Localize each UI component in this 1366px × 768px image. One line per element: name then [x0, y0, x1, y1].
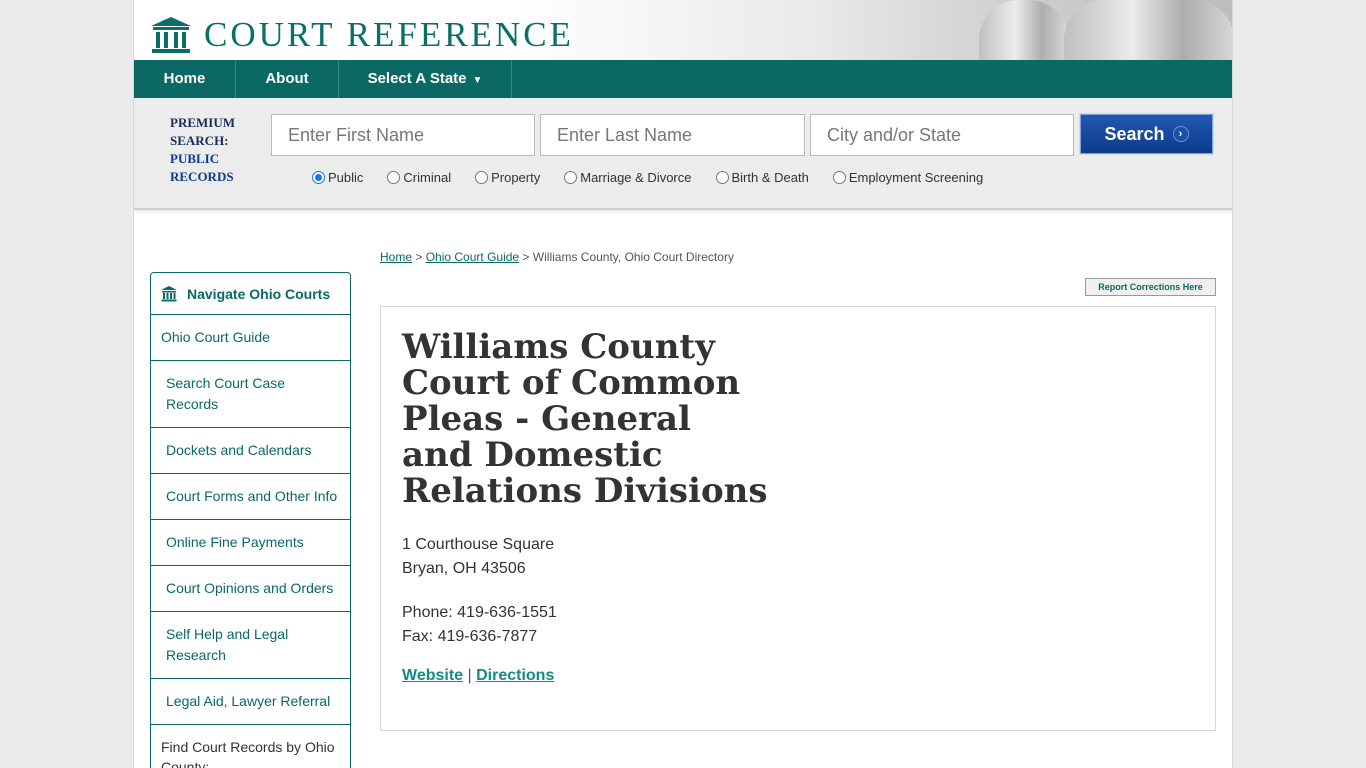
address-line-2: Bryan, OH 43506 [402, 560, 526, 577]
sidebar-item-ohio-court-guide[interactable]: Ohio Court Guide [151, 315, 350, 361]
radio-marriage-divorce[interactable]: Marriage & Divorce [564, 170, 692, 185]
first-name-input[interactable] [271, 114, 535, 156]
nav-home[interactable]: Home [134, 60, 236, 98]
premium-label: PREMIUM SEARCH: [170, 115, 235, 148]
directions-link[interactable]: Directions [476, 667, 554, 684]
radio-public[interactable]: Public [312, 170, 363, 185]
radio-employment-screening[interactable]: Employment Screening [832, 170, 984, 185]
decorative-column [979, 0, 1069, 60]
sidebar-item-court-forms[interactable]: Court Forms and Other Info [151, 474, 350, 520]
radio-birth-death[interactable]: Birth & Death [715, 170, 809, 185]
premium-search-bar: PREMIUM SEARCH: PUBLIC RECORDS Search › … [134, 98, 1232, 210]
radio-button[interactable] [387, 171, 401, 184]
search-button-label: Search [1104, 123, 1165, 144]
breadcrumb-separator: > [412, 250, 426, 264]
radio-button[interactable] [475, 171, 489, 184]
decorative-column [1064, 0, 1232, 60]
sidebar-item-self-help[interactable]: Self Help and Legal Research [151, 612, 350, 679]
record-type-radios: Public Criminal Property Marriage & Divo… [312, 170, 1007, 185]
link-separator: | [463, 667, 477, 684]
breadcrumb-separator: > [519, 250, 533, 264]
search-button[interactable]: Search › [1079, 113, 1214, 155]
breadcrumb-home-link[interactable]: Home [380, 250, 412, 264]
court-detail-card: Williams County Court of Common Pleas - … [380, 306, 1216, 731]
court-links: Website | Directions [402, 667, 554, 685]
nav-about[interactable]: About [236, 60, 339, 98]
court-fax: Fax: 419-636-7877 [402, 628, 538, 645]
sidebar-item-search-case-records[interactable]: Search Court Case Records [151, 361, 350, 428]
radio-button[interactable] [715, 171, 729, 184]
nav-home-label: Home [163, 70, 206, 87]
report-corrections-button[interactable]: Report Corrections Here [1085, 278, 1216, 296]
radio-label: Birth & Death [731, 170, 809, 185]
site-logo[interactable]: COURT REFERENCE [150, 16, 574, 54]
sidebar-item-legal-aid[interactable]: Legal Aid, Lawyer Referral [151, 679, 350, 725]
sidebar-item-dockets-calendars[interactable]: Dockets and Calendars [151, 428, 350, 474]
main-nav: Home About Select A State ▼ [134, 60, 1232, 98]
radio-label: Employment Screening [848, 170, 984, 185]
sidebar-item-court-opinions[interactable]: Court Opinions and Orders [151, 566, 350, 612]
premium-sub-label: PUBLIC RECORDS [170, 151, 234, 184]
radio-property[interactable]: Property [475, 170, 540, 185]
address-line-1: 1 Courthouse Square [402, 536, 555, 553]
court-title: Williams County Court of Common Pleas - … [402, 327, 768, 511]
radio-criminal[interactable]: Criminal [387, 170, 451, 185]
radio-label: Property [491, 170, 541, 185]
nav-select-state-label: Select A State [367, 70, 467, 87]
radio-button[interactable] [564, 171, 578, 184]
site-header: COURT REFERENCE [134, 0, 1232, 60]
nav-select-state[interactable]: Select A State ▼ [339, 60, 512, 98]
sidebar-heading: Navigate Ohio Courts [151, 273, 350, 315]
court-contact: Phone: 419-636-1551 Fax: 419-636-7877 [402, 601, 557, 649]
radio-label: Criminal [403, 170, 452, 185]
courthouse-icon [161, 285, 177, 301]
sidebar-heading-label: Navigate Ohio Courts [187, 285, 331, 302]
last-name-input[interactable] [540, 114, 805, 156]
radio-button[interactable] [312, 171, 325, 184]
sidebar-find-by-county: Find Court Records by Ohio County: [161, 739, 335, 768]
website-link[interactable]: Website [402, 667, 463, 684]
sidebar-navigate-courts: Navigate Ohio Courts Ohio Court Guide Se… [150, 272, 351, 768]
radio-button[interactable] [832, 171, 846, 184]
breadcrumb-guide-link[interactable]: Ohio Court Guide [426, 250, 519, 264]
city-state-input[interactable] [810, 114, 1074, 156]
arrow-right-icon: › [1172, 126, 1189, 142]
radio-label: Public [328, 170, 364, 185]
premium-search-label: PREMIUM SEARCH: PUBLIC RECORDS [170, 114, 260, 186]
page-container: COURT REFERENCE Home About Select A Stat… [133, 0, 1233, 768]
nav-about-label: About [265, 70, 309, 87]
breadcrumb: Home > Ohio Court Guide > Williams Count… [380, 250, 734, 264]
courthouse-icon [151, 17, 191, 53]
caret-down-icon: ▼ [472, 75, 483, 86]
sidebar-item-online-fine-payments[interactable]: Online Fine Payments [151, 520, 350, 566]
radio-label: Marriage & Divorce [580, 170, 692, 185]
breadcrumb-current: Williams County, Ohio Court Directory [532, 250, 734, 264]
site-logo-text[interactable]: COURT REFERENCE [204, 16, 574, 54]
court-phone: Phone: 419-636-1551 [402, 604, 557, 621]
court-address: 1 Courthouse Square Bryan, OH 43506 [402, 533, 554, 581]
